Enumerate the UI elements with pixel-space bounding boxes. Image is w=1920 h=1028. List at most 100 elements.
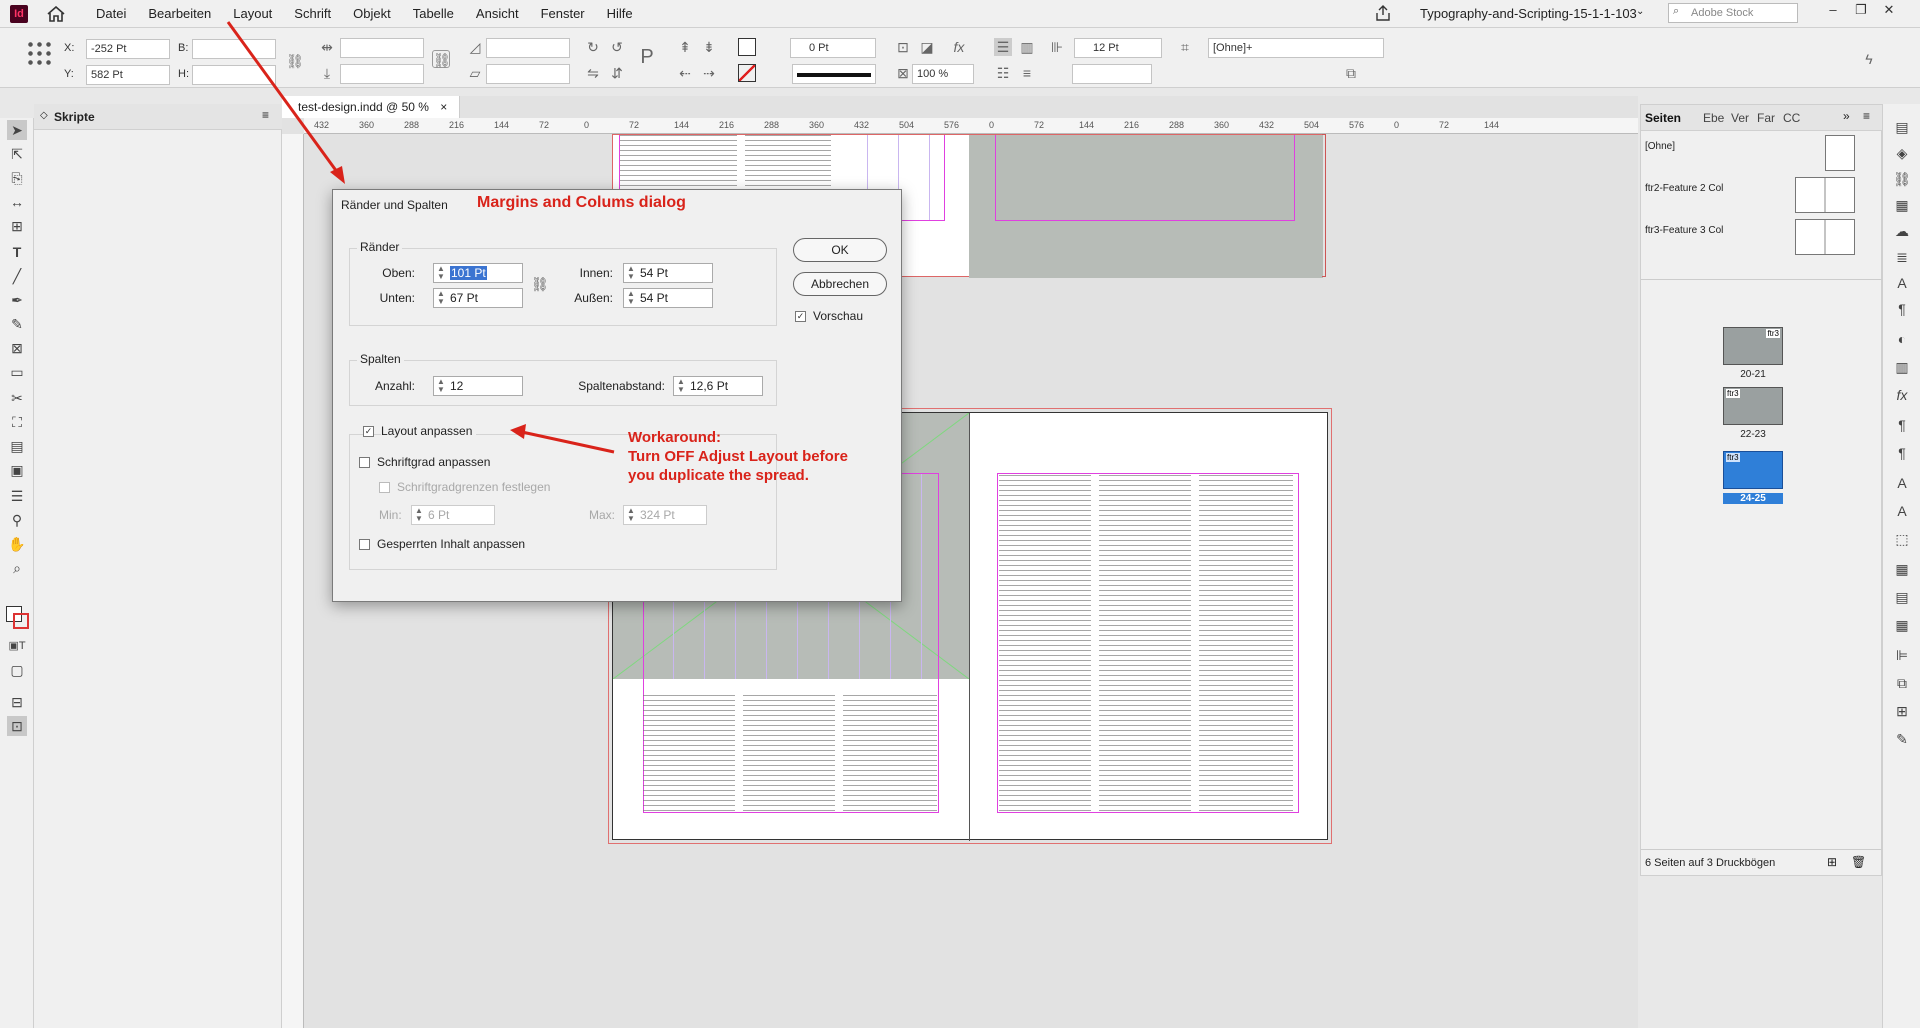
script-label-icon[interactable]: ✎ (1893, 730, 1911, 748)
shear-field[interactable] (486, 64, 570, 84)
expand-panel-icon[interactable]: » (1843, 109, 1850, 123)
max-size-field[interactable]: ▲ ▼ 324 Pt (623, 505, 707, 525)
flip-v-icon[interactable]: ⇵ (608, 64, 626, 82)
stroke-swatch[interactable] (738, 64, 756, 82)
reference-point-icon[interactable] (26, 40, 52, 66)
close-tab-icon[interactable]: × (440, 100, 447, 114)
y-field[interactable]: 582 Pt (86, 65, 170, 85)
auto-fit-icon[interactable]: ⌗ (1176, 38, 1194, 56)
collapse-arrow-icon[interactable]: ◇ (40, 110, 48, 121)
height-field[interactable] (192, 65, 276, 85)
transform-panel-icon[interactable]: ⊞ (1893, 702, 1911, 720)
tab-verknuepfungen[interactable]: Ver (1731, 111, 1749, 125)
type-tool-icon[interactable]: T (7, 242, 27, 262)
apply-color-icon[interactable]: ▢ (7, 660, 27, 680)
table-styles-icon[interactable]: ▤ (1893, 588, 1911, 606)
locked-adjust-checkbox[interactable] (359, 539, 370, 550)
preview-mode-icon[interactable]: ⊡ (7, 716, 27, 736)
master-thumbnail[interactable] (1795, 219, 1855, 255)
select-content-icon[interactable]: ⇟ (700, 38, 718, 56)
pathfinder-icon[interactable]: ⧉ (1893, 674, 1911, 692)
x-field[interactable]: -252 Pt (86, 39, 170, 59)
stroke-type-select[interactable] (792, 64, 876, 84)
opacity-field[interactable]: 100 % (912, 64, 974, 84)
color-panel-icon[interactable]: ◐ (1893, 330, 1911, 348)
spread-thumbnail-20-21[interactable]: ftr3 (1723, 327, 1783, 365)
select-prev-icon[interactable]: ⇠ (676, 64, 694, 82)
tab-cc-libraries[interactable]: CC (1783, 111, 1800, 125)
master-thumbnail[interactable] (1795, 177, 1855, 213)
rectangle-frame-icon[interactable]: ⊠ (7, 338, 27, 358)
column-gutter-field[interactable]: 12 Pt (1074, 38, 1162, 58)
scripts-panel-title[interactable]: Skripte (54, 110, 95, 124)
menu-ansicht[interactable]: Ansicht (476, 6, 519, 21)
adobe-stock-search[interactable]: Adobe Stock (1668, 3, 1798, 23)
scale-x-field[interactable] (340, 38, 424, 58)
document-title[interactable]: Typography-and-Scripting-15-1-1-103 (1420, 6, 1637, 21)
select-next-icon[interactable]: ⇢ (700, 64, 718, 82)
layout-adjust-checkbox[interactable]: ✓ (363, 426, 374, 437)
trash-icon[interactable]: 🗑 (1851, 855, 1866, 869)
text-frame-icon[interactable]: P (638, 47, 656, 67)
paragraph-panel-icon[interactable]: ¶ (1893, 416, 1911, 434)
fx-icon[interactable]: fx (950, 38, 968, 56)
links-panel-icon[interactable]: ⛓ (1893, 170, 1911, 188)
swatches-panel-icon[interactable]: ▦ (1893, 196, 1911, 214)
master-thumbnail[interactable] (1825, 135, 1855, 171)
pen-tool-icon[interactable]: ✒ (7, 290, 27, 310)
constrain-link-icon[interactable]: ⛓ (286, 52, 304, 70)
gradient-tool-icon[interactable]: ▤ (7, 436, 27, 456)
page-tool-icon[interactable]: ⎘ (7, 168, 27, 188)
pages-panel-icon[interactable]: ▤ (1893, 118, 1911, 136)
panel-menu-icon[interactable]: ≡ (1863, 109, 1870, 123)
top-margin-field[interactable]: ▲ ▼ 101 Pt (433, 263, 523, 283)
zoom-tool-icon[interactable]: ⌕ (7, 558, 27, 578)
clear-overrides-icon[interactable]: ⧉ (1342, 64, 1360, 82)
master-ftr2[interactable]: ftr2-Feature 2 Col (1645, 183, 1723, 194)
ok-button[interactable]: OK (793, 238, 887, 262)
fill-swatch[interactable] (738, 38, 756, 56)
balance-icon[interactable]: ≡ (1018, 64, 1036, 82)
object-style-select[interactable]: [Ohne]+ (1208, 38, 1384, 58)
menu-datei[interactable]: Datei (96, 6, 126, 21)
cell-styles-icon[interactable]: ▦ (1893, 616, 1911, 634)
stroke-color-icon[interactable] (13, 613, 29, 629)
lightning-icon[interactable]: ϟ (1860, 50, 1878, 68)
formatting-affects-icon[interactable]: ▣T (7, 636, 27, 656)
paragraph-styles-icon[interactable]: ¶ (1893, 300, 1911, 318)
stroke-weight-field[interactable]: 0 Pt (790, 38, 876, 58)
close-window-button[interactable]: ✕ (1878, 2, 1900, 22)
content-collector-icon[interactable]: ⊞ (7, 216, 27, 236)
tab-seiten[interactable]: Seiten (1645, 111, 1681, 125)
hand-tool-icon[interactable]: ✋ (7, 534, 27, 554)
document-tab[interactable]: test-design.indd @ 50 % × (282, 96, 461, 118)
tab-ebenen[interactable]: Ebe (1703, 111, 1724, 125)
font-limits-checkbox[interactable] (379, 482, 390, 493)
columns-count-field[interactable]: ▲ ▼ 12 (433, 376, 523, 396)
bottom-margin-field[interactable]: ▲ ▼ 67 Pt (433, 288, 523, 308)
character-styles-icon[interactable]: A (1893, 274, 1911, 292)
gap-tool-icon[interactable]: ↔ (7, 192, 27, 212)
spread-thumbnail-22-23[interactable]: ftr3 (1723, 387, 1783, 425)
menu-fenster[interactable]: Fenster (541, 6, 585, 21)
gutter-field[interactable]: ▲ ▼ 12,6 Pt (673, 376, 763, 396)
chevron-down-icon[interactable]: ⌄ (1636, 6, 1644, 17)
home-icon[interactable] (46, 4, 66, 24)
gradient-panel-icon[interactable]: ▥ (1893, 358, 1911, 376)
outside-margin-field[interactable]: ▲ ▼ 54 Pt (623, 288, 713, 308)
eyedropper-icon[interactable]: ⚲ (7, 510, 27, 530)
vertical-ruler[interactable] (282, 134, 304, 1028)
layers-panel-icon[interactable]: ◈ (1893, 144, 1911, 162)
tab-farbfelder[interactable]: Far (1757, 111, 1775, 125)
scissors-icon[interactable]: ✂ (7, 388, 27, 408)
glyphs-panel-icon[interactable]: ¶ (1893, 444, 1911, 462)
font-adjust-checkbox[interactable] (359, 457, 370, 468)
master-none[interactable]: [Ohne] (1645, 141, 1675, 152)
note-tool-icon[interactable]: ☰ (7, 486, 27, 506)
select-container-icon[interactable]: ⇞ (676, 38, 694, 56)
free-transform-icon[interactable]: ⛶ (7, 412, 27, 432)
horizontal-ruler[interactable]: 432 360 288 216 144 72 0 72 144 216 288 360 432 504 57… (304, 118, 1638, 134)
width-field[interactable] (192, 39, 276, 59)
align-panel-icon[interactable]: ⊫ (1893, 646, 1911, 664)
gradient-feather-icon[interactable]: ▣ (7, 460, 27, 480)
